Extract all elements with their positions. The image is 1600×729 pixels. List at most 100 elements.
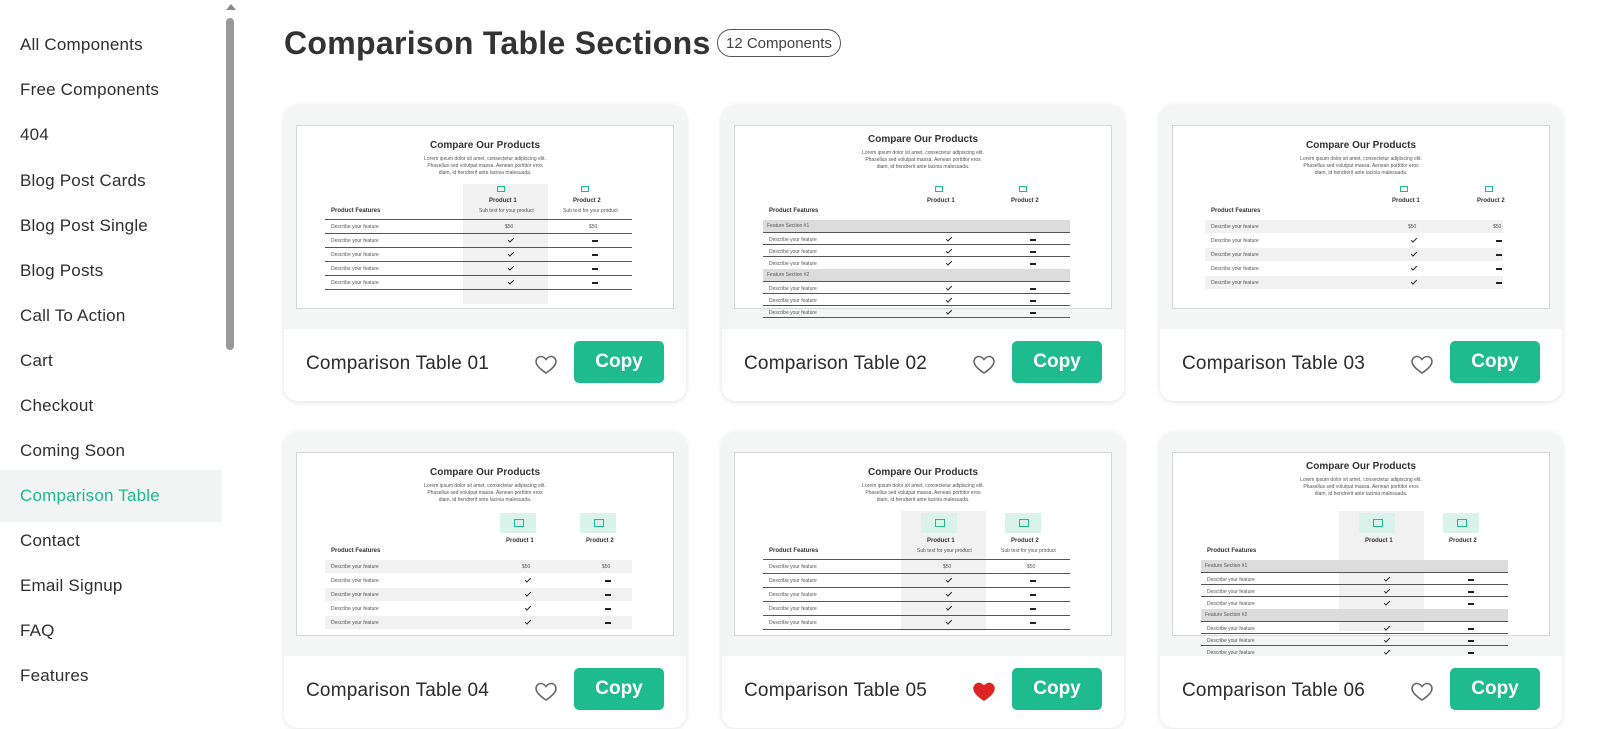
dash-icon — [1030, 622, 1036, 624]
check-icon — [945, 247, 953, 254]
card-footer: Comparison Table 04 Copy — [284, 656, 686, 728]
heart-icon[interactable] — [972, 352, 996, 376]
thumb-lorem: Lorem ipsum dolor sit amet, consectetur … — [424, 156, 546, 176]
thumb-row-divider — [325, 233, 632, 234]
thumb-row-divider — [1201, 596, 1508, 597]
thumb-row-divider — [763, 573, 1070, 574]
thumb-row-divider — [763, 629, 1070, 630]
check-icon — [945, 259, 953, 266]
heart-icon[interactable] — [534, 352, 558, 376]
thumb-row-divider — [763, 281, 1070, 282]
dash-icon — [1468, 652, 1474, 654]
preview-thumbnail: Compare Our Products Lorem ipsum dolor si… — [734, 452, 1112, 636]
dash-icon — [1468, 579, 1474, 581]
thumb-sub-2: Sub text for your product — [1001, 548, 1056, 554]
thumb-feature-label: Describe your feature — [331, 280, 379, 286]
thumb-row-divider — [763, 232, 1070, 233]
thumb-sub-2: Sub text for your product — [563, 208, 618, 214]
heart-icon[interactable] — [1410, 679, 1434, 703]
sidebar-item-404[interactable]: 404 — [0, 109, 222, 161]
thumb-row-divider — [763, 615, 1070, 616]
heart-icon[interactable] — [1410, 352, 1434, 376]
card-footer: Comparison Table 01 Copy — [284, 329, 686, 401]
card-title: Comparison Table 01 — [306, 353, 490, 374]
sidebar-scrollbar[interactable] — [222, 0, 238, 729]
thumb-feature-label: Describe your feature — [331, 578, 379, 584]
dash-icon — [1496, 268, 1502, 270]
thumb-row-divider — [763, 601, 1070, 602]
component-card-01[interactable]: Compare Our Products Lorem ipsum dolor si… — [284, 105, 686, 401]
sidebar-item-features[interactable]: Features — [0, 650, 222, 702]
thumb-lorem: Lorem ipsum dolor sit amet, consectetur … — [862, 150, 984, 170]
thumb-lorem: Lorem ipsum dolor sit amet, consectetur … — [1300, 477, 1422, 497]
preview-thumbnail: Compare Our Products Lorem ipsum dolor si… — [1172, 125, 1550, 309]
thumb-product-2: Product 2 — [1011, 198, 1039, 204]
thumb-title: Compare Our Products — [1305, 461, 1417, 472]
copy-button[interactable]: Copy — [1450, 668, 1540, 710]
card-preview[interactable]: Compare Our Products Lorem ipsum dolor si… — [284, 432, 686, 656]
thumb-price: $50 — [602, 564, 611, 570]
laptop-icon — [581, 186, 589, 192]
dash-icon — [1496, 282, 1502, 284]
thumb-row-divider — [763, 317, 1070, 318]
card-title: Comparison Table 04 — [306, 680, 490, 701]
thumb-title: Compare Our Products — [867, 134, 979, 145]
component-card-06[interactable]: Compare Our Products Lorem ipsum dolor si… — [1160, 432, 1562, 728]
component-card-02[interactable]: Compare Our Products Lorem ipsum dolor si… — [722, 105, 1124, 401]
thumb-features-header: Product Features — [1211, 208, 1261, 214]
thumb-product-1: Product 1 — [927, 198, 955, 204]
thumb-title: Compare Our Products — [867, 467, 979, 478]
preview-thumbnail: Compare Our Products Lorem ipsum dolor si… — [296, 452, 674, 636]
thumb-row-divider — [1201, 584, 1508, 585]
copy-button[interactable]: Copy — [1012, 668, 1102, 710]
thumb-row-divider — [763, 244, 1070, 245]
thumb-feature-label: Describe your feature — [331, 564, 379, 570]
laptop-icon — [1485, 186, 1493, 192]
thumb-feature-label: Describe your feature — [1211, 238, 1259, 244]
thumb-section-label: Feature Section #2 — [1205, 612, 1248, 618]
card-preview[interactable]: Compare Our Products Lorem ipsum dolor si… — [722, 105, 1124, 329]
thumb-feature-label: Describe your feature — [769, 578, 817, 584]
thumb-lorem: Lorem ipsum dolor sit amet, consectetur … — [862, 483, 984, 503]
thumb-row-divider — [325, 275, 632, 276]
thumb-feature-label: Describe your feature — [769, 606, 817, 612]
laptop-icon — [497, 186, 505, 192]
dash-icon — [1468, 603, 1474, 605]
thumb-feature-label: Describe your feature — [769, 592, 817, 598]
component-card-04[interactable]: Compare Our Products Lorem ipsum dolor si… — [284, 432, 686, 728]
page-title: Comparison Table Sections — [284, 25, 711, 61]
heart-icon[interactable] — [534, 679, 558, 703]
dash-icon — [1030, 251, 1036, 253]
thumb-feature-label: Describe your feature — [331, 592, 379, 598]
thumb-row-divider — [325, 219, 632, 220]
thumb-row-divider — [1201, 572, 1508, 573]
copy-button[interactable]: Copy — [574, 341, 664, 383]
card-preview[interactable]: Compare Our Products Lorem ipsum dolor si… — [722, 432, 1124, 656]
heart-icon[interactable] — [972, 679, 996, 703]
dash-icon — [605, 622, 611, 624]
thumb-product-1: Product 1 — [1365, 538, 1393, 544]
dash-icon — [1496, 254, 1502, 256]
thumb-title: Compare Our Products — [429, 140, 541, 151]
copy-button[interactable]: Copy — [574, 668, 664, 710]
dash-icon — [1030, 594, 1036, 596]
scroll-up-arrow-icon[interactable] — [226, 4, 236, 10]
thumb-feature-label: Describe your feature — [769, 249, 817, 255]
check-icon — [945, 296, 953, 303]
thumb-feature-label: Describe your feature — [769, 620, 817, 626]
card-preview[interactable]: Compare Our Products Lorem ipsum dolor si… — [1160, 432, 1562, 658]
card-preview[interactable]: Compare Our Products Lorem ipsum dolor si… — [284, 105, 686, 329]
thumb-feature-label: Describe your feature — [769, 237, 817, 243]
scrollbar-thumb[interactable] — [226, 18, 234, 350]
thumb-price: $50 — [522, 564, 531, 570]
thumb-section-label: Feature Section #1 — [767, 223, 810, 229]
copy-button[interactable]: Copy — [1450, 341, 1540, 383]
component-card-03[interactable]: Compare Our Products Lorem ipsum dolor si… — [1160, 105, 1562, 401]
thumb-row-divider — [325, 247, 632, 248]
component-card-05[interactable]: Compare Our Products Lorem ipsum dolor si… — [722, 432, 1124, 728]
thumb-product-1: Product 1 — [1392, 198, 1420, 204]
check-icon — [945, 308, 953, 315]
copy-button[interactable]: Copy — [1012, 341, 1102, 383]
thumb-row-divider — [763, 587, 1070, 588]
card-preview[interactable]: Compare Our Products Lorem ipsum dolor si… — [1160, 105, 1562, 329]
